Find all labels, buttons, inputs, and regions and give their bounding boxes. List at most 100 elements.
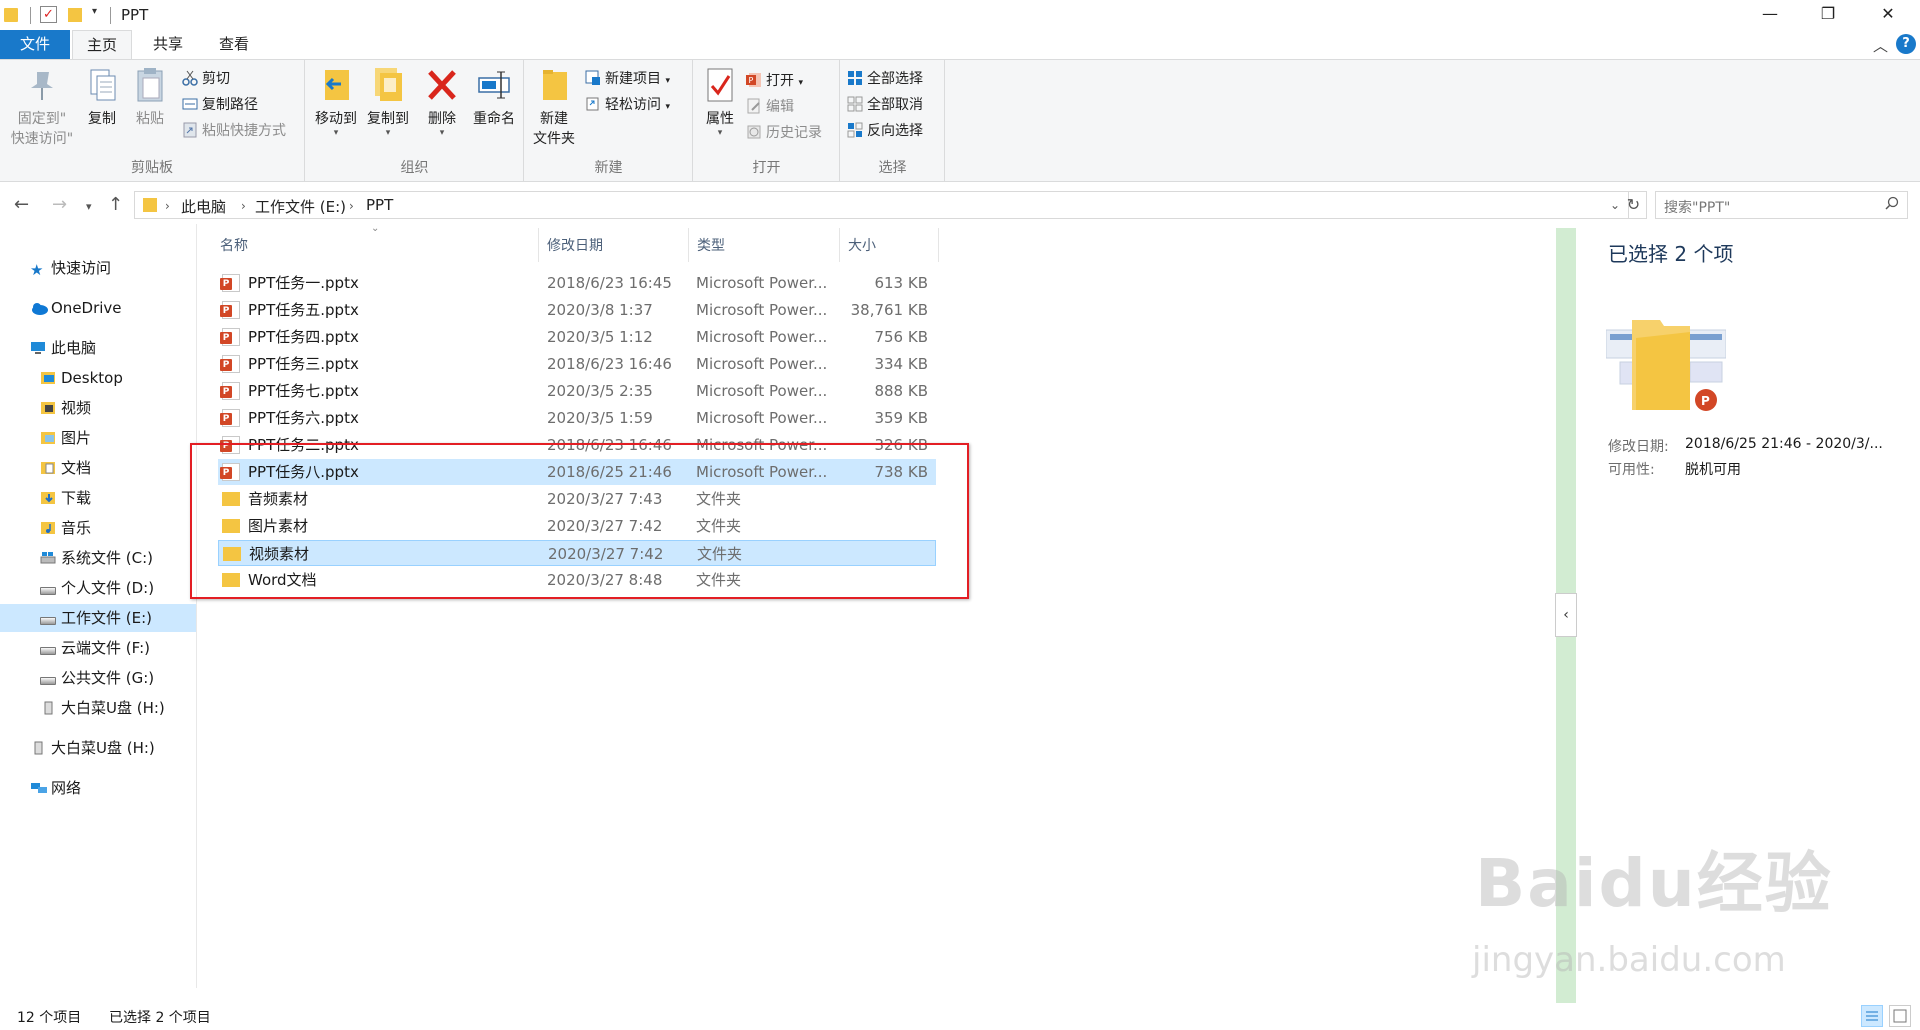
- tab-share[interactable]: 共享: [138, 30, 198, 59]
- refresh-icon[interactable]: ↻: [1621, 191, 1647, 219]
- forward-arrow-icon[interactable]: →: [52, 194, 67, 215]
- sidebar-item-drive-e[interactable]: 工作文件 (E:): [0, 604, 196, 632]
- maximize-button[interactable]: ❐: [1803, 0, 1853, 30]
- invert-selection-button[interactable]: 反向选择: [847, 120, 923, 142]
- customize-toolbar-chevron-icon[interactable]: ▾: [92, 6, 97, 26]
- sidebar-item-quick-access[interactable]: ★ 快速访问: [30, 254, 111, 282]
- help-icon[interactable]: ?: [1896, 34, 1916, 54]
- sidebar-item-network[interactable]: 网络: [30, 774, 81, 802]
- rename-button[interactable]: 重命名: [468, 66, 520, 128]
- file-row[interactable]: PPT任务五.pptx 2020/3/8 1:37 Microsoft Powe…: [218, 297, 936, 323]
- paste-label: 粘贴: [136, 111, 164, 127]
- sidebar-item-videos[interactable]: 视频: [40, 394, 91, 422]
- open-group: 属性 ▾ P 打开 ▾ 编辑 历史记录 打开: [694, 60, 840, 181]
- sidebar-item-onedrive[interactable]: OneDrive: [30, 294, 122, 322]
- sidebar-item-drive-d[interactable]: 个人文件 (D:): [40, 574, 154, 602]
- tab-file[interactable]: 文件: [0, 30, 70, 59]
- column-header-date[interactable]: 修改日期: [547, 232, 603, 260]
- close-button[interactable]: ✕: [1863, 0, 1913, 30]
- new-folder-button[interactable]: 新建 文件夹: [528, 66, 580, 148]
- file-date: 2020/3/5 2:35: [547, 382, 653, 400]
- breadcrumb-separator-icon[interactable]: ›: [241, 199, 246, 213]
- address-bar[interactable]: › 此电脑 › 工作文件 (E:) › PPT ⌄: [134, 191, 1629, 219]
- history-button[interactable]: 历史记录: [746, 122, 822, 144]
- details-view-icon[interactable]: [1861, 1005, 1883, 1027]
- new-folder-quick-icon[interactable]: [68, 8, 82, 22]
- sidebar-item-usb-h[interactable]: 大白菜U盘 (H:): [40, 694, 165, 722]
- search-box[interactable]: 搜索"PPT": [1655, 191, 1908, 219]
- sidebar-item-drive-g[interactable]: 公共文件 (G:): [40, 664, 154, 692]
- column-header-size[interactable]: 大小: [848, 232, 876, 260]
- sidebar-item-label: OneDrive: [51, 299, 122, 317]
- file-row[interactable]: PPT任务三.pptx 2018/6/23 16:46 Microsoft Po…: [218, 351, 936, 377]
- usb-drive-icon: [40, 696, 56, 715]
- large-icons-view-icon[interactable]: [1889, 1005, 1911, 1027]
- address-history-chevron-icon[interactable]: ⌄: [1610, 198, 1620, 212]
- open-chevron-icon: ▾: [798, 78, 803, 88]
- column-divider[interactable]: [839, 228, 840, 262]
- folder-icon: [143, 198, 157, 212]
- properties-quick-icon[interactable]: ✓: [40, 6, 57, 23]
- file-row[interactable]: PPT任务六.pptx 2020/3/5 1:59 Microsoft Powe…: [218, 405, 936, 431]
- select-none-button[interactable]: 全部取消: [847, 94, 923, 116]
- column-header-name[interactable]: 名称: [220, 232, 248, 260]
- breadcrumb-ppt[interactable]: PPT: [366, 196, 393, 214]
- copy-path-button[interactable]: 复制路径: [182, 94, 258, 116]
- collapse-pane-chevron-icon[interactable]: ‹: [1555, 593, 1577, 637]
- tab-home[interactable]: 主页: [72, 30, 132, 59]
- sidebar-item-music[interactable]: 音乐: [40, 514, 91, 542]
- new-item-label: 新建项目: [605, 71, 661, 87]
- easy-access-button[interactable]: 轻松访问 ▾: [585, 94, 670, 116]
- sidebar-item-drive-c[interactable]: 系统文件 (C:): [40, 544, 153, 572]
- breadcrumb-separator-icon[interactable]: ›: [349, 199, 354, 213]
- pin-quick-access-button[interactable]: 固定到" 快速访问": [6, 66, 78, 148]
- cut-button[interactable]: 剪切: [182, 68, 230, 90]
- search-input[interactable]: 搜索"PPT": [1664, 197, 1730, 217]
- sidebar-item-documents[interactable]: 文档: [40, 454, 91, 482]
- paste-button[interactable]: 粘贴: [128, 66, 172, 128]
- copy-to-button[interactable]: 复制到 ▾: [363, 66, 413, 138]
- sidebar-item-drive-f[interactable]: 云端文件 (F:): [40, 634, 150, 662]
- paste-shortcut-icon: [182, 122, 198, 138]
- file-type: Microsoft Power...: [696, 301, 828, 319]
- modified-date-value: 2018/6/25 21:46 - 2020/3/...: [1685, 436, 1883, 452]
- move-to-button[interactable]: 移动到 ▾: [311, 66, 361, 138]
- copy-button[interactable]: 复制: [80, 66, 124, 128]
- invert-selection-icon: [847, 122, 863, 138]
- breadcrumb-separator-icon[interactable]: ›: [165, 199, 170, 213]
- sidebar-item-pictures[interactable]: 图片: [40, 424, 91, 452]
- tab-view[interactable]: 查看: [204, 30, 264, 59]
- delete-button[interactable]: 删除 ▾: [420, 66, 464, 138]
- file-row[interactable]: PPT任务四.pptx 2020/3/5 1:12 Microsoft Powe…: [218, 324, 936, 350]
- sidebar-item-usb-h-root[interactable]: 大白菜U盘 (H:): [30, 734, 155, 762]
- paste-shortcut-button[interactable]: 粘贴快捷方式: [182, 120, 286, 142]
- properties-button[interactable]: 属性 ▾: [698, 66, 742, 138]
- sidebar-item-this-pc[interactable]: 此电脑: [30, 334, 96, 362]
- breadcrumb-this-pc[interactable]: 此电脑: [181, 196, 226, 217]
- select-all-button[interactable]: 全部选择: [847, 68, 923, 90]
- file-row[interactable]: PPT任务一.pptx 2018/6/23 16:45 Microsoft Po…: [218, 270, 936, 296]
- selected-count: 已选择 2 个项目: [109, 1010, 211, 1026]
- minimize-button[interactable]: —: [1745, 0, 1795, 30]
- copy-path-icon: [182, 96, 198, 112]
- edit-button[interactable]: 编辑: [746, 96, 794, 118]
- sidebar-item-downloads[interactable]: 下载: [40, 484, 91, 512]
- properties-chevron-icon: ▾: [717, 128, 723, 138]
- sidebar-item-label: 大白菜U盘 (H:): [61, 699, 165, 717]
- drive-icon: [40, 617, 56, 625]
- computer-icon: [30, 336, 46, 354]
- back-arrow-icon[interactable]: ←: [14, 194, 29, 215]
- up-arrow-icon[interactable]: ↑: [108, 194, 123, 215]
- open-button[interactable]: P 打开 ▾: [746, 70, 803, 92]
- recent-locations-chevron-icon[interactable]: ▾: [86, 200, 92, 213]
- column-header-type[interactable]: 类型: [697, 232, 725, 260]
- file-type: Microsoft Power...: [696, 274, 828, 292]
- file-row[interactable]: PPT任务七.pptx 2020/3/5 2:35 Microsoft Powe…: [218, 378, 936, 404]
- breadcrumb-work-drive[interactable]: 工作文件 (E:): [255, 196, 346, 217]
- column-divider[interactable]: [688, 228, 689, 262]
- sidebar-item-desktop[interactable]: Desktop: [40, 364, 123, 392]
- column-divider[interactable]: [538, 228, 539, 262]
- column-divider[interactable]: [938, 228, 939, 262]
- collapse-ribbon-chevron-icon[interactable]: ︿: [1873, 35, 1888, 56]
- new-item-button[interactable]: 新建项目 ▾: [585, 68, 670, 90]
